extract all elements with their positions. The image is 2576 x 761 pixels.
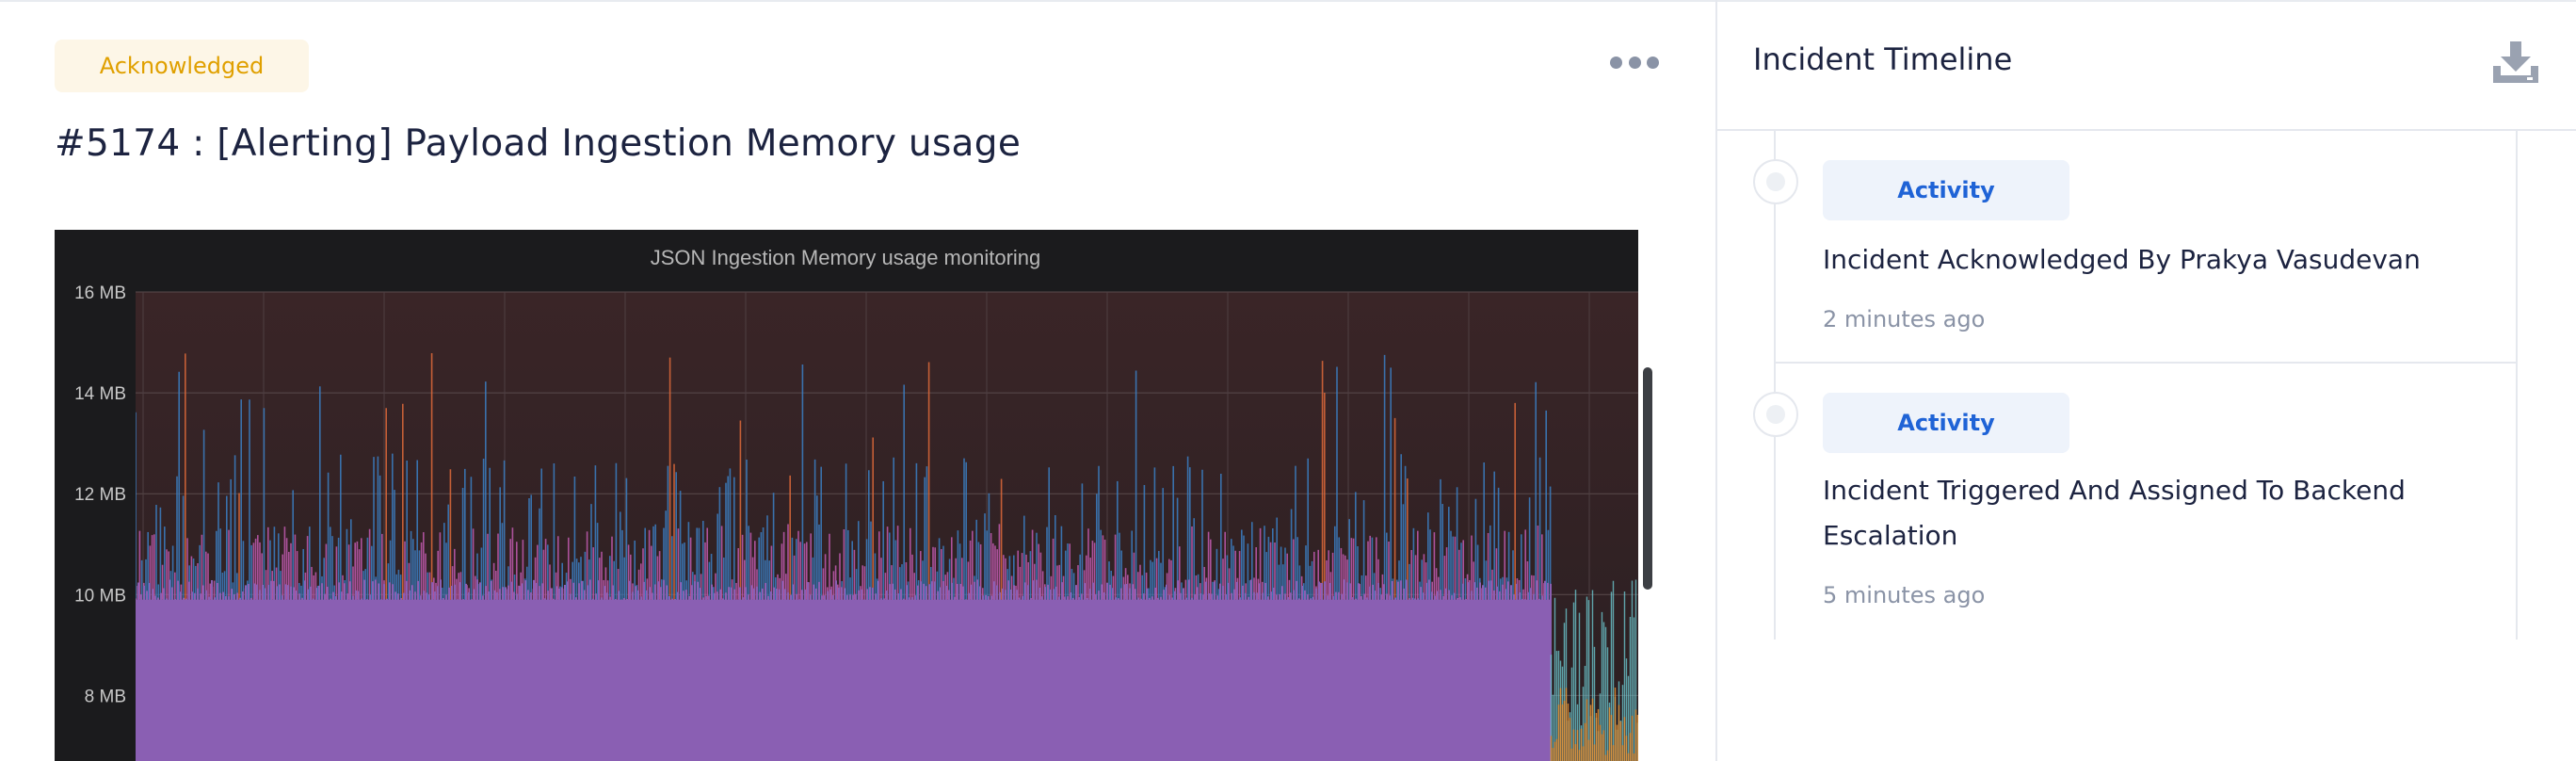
y-tick-label: 14 MB	[74, 384, 126, 404]
timeline-dot-icon	[1753, 392, 1798, 437]
timeline-text: Incident Acknowledged By Prakya Vasudeva…	[1823, 244, 2421, 275]
timeline-text: Incident Triggered And Assigned To Backe…	[1823, 475, 2406, 551]
timeline-separator	[1776, 362, 2516, 364]
timeline-time: 2 minutes ago	[1823, 306, 1986, 332]
timeline-track	[1774, 131, 1776, 640]
incident-detail-panel: Acknowledged #5174 : [Alerting] Payload …	[0, 0, 1715, 761]
more-dot	[1647, 56, 1659, 69]
incident-timeline-panel: Incident Timeline Activity Incident Ackn…	[1715, 0, 2576, 761]
y-tick-label: 16 MB	[74, 283, 126, 303]
incident-title: #5174 : [Alerting] Payload Ingestion Mem…	[55, 122, 1022, 165]
more-dot	[1610, 56, 1622, 69]
timeline-title: Incident Timeline	[1753, 41, 2013, 77]
timeline-header: Incident Timeline	[1717, 0, 2576, 131]
y-tick-label: 8 MB	[85, 687, 126, 706]
scrollbar-thumb[interactable]	[1643, 367, 1652, 590]
chart-title: JSON Ingestion Memory usage monitoring	[651, 246, 1041, 269]
status-badge[interactable]: Acknowledged	[55, 40, 309, 92]
memory-usage-chart: JSON Ingestion Memory usage monitoring 1…	[55, 230, 1638, 761]
timeline-border	[2516, 131, 2518, 640]
timeline-dot-icon	[1753, 159, 1798, 204]
y-tick-label: 12 MB	[74, 485, 126, 505]
download-icon[interactable]	[2489, 38, 2542, 87]
more-dot	[1628, 56, 1641, 69]
y-axis: 16 MB 14 MB 12 MB 10 MB 8 MB	[74, 283, 126, 706]
activity-chip[interactable]: Activity	[1823, 160, 2069, 220]
chart-svg: JSON Ingestion Memory usage monitoring 1…	[74, 246, 1638, 761]
activity-chip[interactable]: Activity	[1823, 393, 2069, 453]
timeline-time: 5 minutes ago	[1823, 582, 1986, 608]
more-options-icon[interactable]	[1610, 51, 1659, 73]
y-tick-label: 10 MB	[74, 586, 126, 606]
